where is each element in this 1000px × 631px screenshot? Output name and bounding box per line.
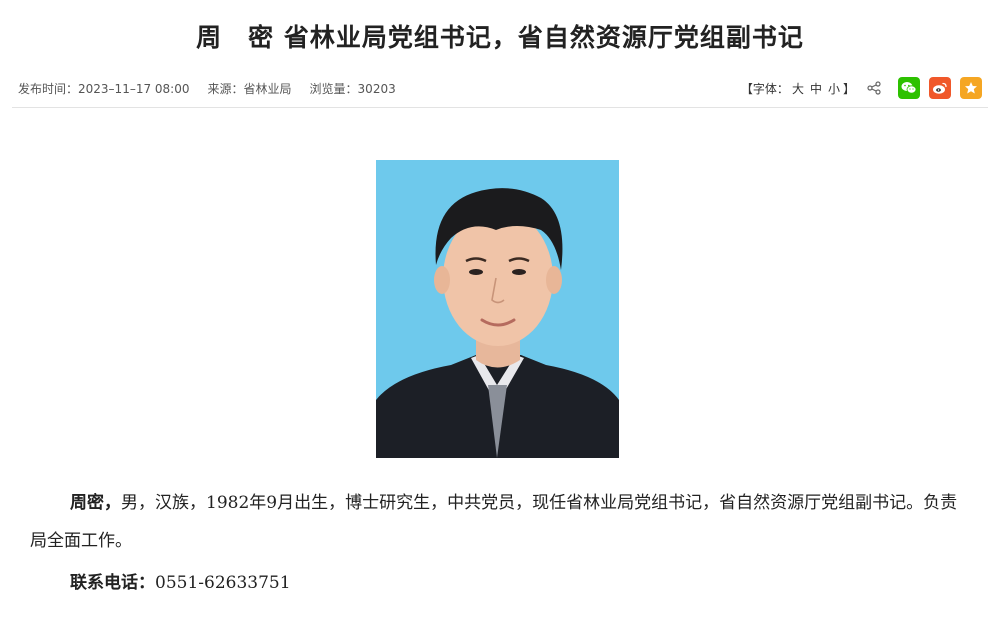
view-count: 浏览量：30203 xyxy=(310,80,396,97)
publish-time: 发布时间：2023–11–17 08:00 xyxy=(18,80,190,97)
font-size-small[interactable]: 小 xyxy=(828,80,840,97)
source-value: 省林业局 xyxy=(243,81,292,96)
font-size-close: 】 xyxy=(842,81,855,96)
weibo-share-button[interactable] xyxy=(929,77,951,99)
page-title: 周 密 省林业局党组书记，省自然资源厅党组副书记 xyxy=(196,23,804,52)
article-meta-bar: 发布时间：2023–11–17 08:00 来源：省林业局 浏览量：30203 … xyxy=(18,74,982,102)
article-tools: 【字体： 大 中 小 】 xyxy=(741,77,982,99)
weibo-icon xyxy=(933,82,947,94)
views-label: 浏览量： xyxy=(309,81,358,96)
font-size-label: 【字体： xyxy=(740,81,789,96)
share-icon[interactable] xyxy=(865,79,883,97)
source: 来源：省林业局 xyxy=(208,80,292,97)
contact-label: 联系电话： xyxy=(70,573,155,593)
contact-phone[interactable]: 0551-62633751 xyxy=(155,573,291,593)
publish-time-value: 2023–11–17 08:00 xyxy=(78,81,190,96)
wechat-icon xyxy=(901,82,917,94)
contact-line: 联系电话：0551-62633751 xyxy=(70,568,291,593)
article-meta: 发布时间：2023–11–17 08:00 来源：省林业局 浏览量：30203 xyxy=(18,80,414,97)
publish-time-label: 发布时间： xyxy=(18,81,79,96)
favorite-star-icon xyxy=(965,82,977,94)
source-label: 来源： xyxy=(207,81,244,96)
header-divider xyxy=(12,107,988,108)
font-size-control: 【字体： 大 中 小 】 xyxy=(741,80,855,97)
bio-paragraph: 周密，男，汉族，1982年9月出生，博士研究生，中共党员，现任省林业局党组书记，… xyxy=(30,484,972,560)
font-size-large[interactable]: 大 xyxy=(792,80,804,97)
font-size-medium[interactable]: 中 xyxy=(810,80,822,97)
views-value: 30203 xyxy=(357,81,396,96)
bio-name: 周密， xyxy=(70,493,121,513)
portrait-photo xyxy=(376,160,619,458)
wechat-share-button[interactable] xyxy=(898,77,920,99)
bio-text: 男，汉族，1982年9月出生，博士研究生，中共党员，现任省林业局党组书记，省自然… xyxy=(30,493,958,551)
favorite-button[interactable] xyxy=(960,77,982,99)
